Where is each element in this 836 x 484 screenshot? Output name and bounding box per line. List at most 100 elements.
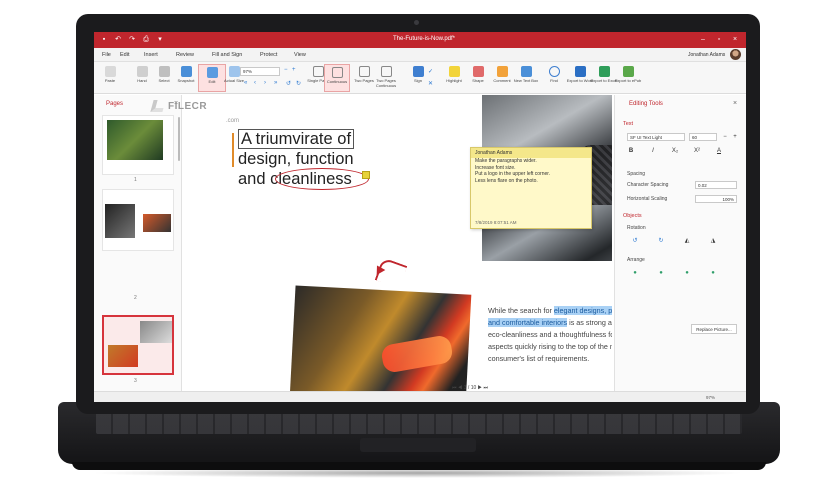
pages-scrollbar[interactable] [178, 117, 180, 161]
next-page-icon[interactable]: › [264, 80, 266, 86]
rotate-right-icon[interactable]: ↻ [296, 80, 301, 87]
headline-line-2: design, function [238, 150, 354, 168]
pages-panel: Pages × 1 2 3 [94, 95, 182, 391]
save-icon[interactable]: ▪ [100, 36, 108, 44]
find-button[interactable]: Find [540, 64, 568, 92]
rotate-right-icon[interactable]: ↻ [657, 237, 665, 245]
pages-panel-title: Pages [106, 101, 124, 107]
superscript-icon[interactable]: X² [693, 147, 701, 155]
comment-popup[interactable]: Jonathan Adams Make the paragraphs wider… [470, 147, 592, 229]
headline-line-1: A triumvirate of [238, 129, 355, 149]
horiz-scaling-label: Horizontal Scaling [627, 196, 668, 202]
close-icon[interactable]: × [730, 35, 740, 45]
font-size-select[interactable]: 60 [689, 133, 717, 141]
actual-size-icon [228, 66, 240, 77]
continuous-button[interactable]: Continuous [324, 64, 350, 92]
avatar[interactable] [730, 49, 741, 60]
menu-file[interactable]: File [102, 52, 111, 58]
user-name: Jonathan Adams [688, 52, 726, 58]
print-icon[interactable]: ⎙ [142, 36, 150, 44]
snapshot-button[interactable]: Snapshot [172, 64, 200, 92]
menu-review[interactable]: Review [176, 52, 194, 58]
horiz-scaling-input[interactable]: 100% [695, 195, 737, 203]
page-thumbnail-1[interactable] [102, 115, 174, 175]
menu-fill-and-sign[interactable]: Fill and Sign [212, 52, 242, 58]
thumbnail-image [143, 214, 171, 232]
maximize-icon[interactable]: ▫ [714, 35, 724, 45]
redo-icon[interactable]: ↷ [128, 36, 136, 44]
document-canvas[interactable]: A triumvirate of design, function and cl… [182, 95, 612, 391]
body-paragraph[interactable]: While the search for elegant designs, po… [488, 305, 612, 365]
paste-icon [104, 66, 116, 77]
comment-date: 7/8/2019 8:07:51 AM [475, 220, 517, 225]
sign-icon [412, 66, 424, 77]
font-color-icon[interactable]: A [715, 147, 723, 155]
objects-section-header[interactable]: Objects [623, 213, 642, 219]
touchpad [360, 438, 476, 452]
close-icon[interactable]: × [733, 100, 737, 107]
zoom-out-icon[interactable]: − [284, 67, 288, 73]
thumbnail-image [108, 345, 138, 367]
two-pages-continuous-button[interactable]: Two Pages Continuous [372, 64, 400, 92]
quick-access-chevron-icon[interactable]: ▾ [156, 36, 164, 44]
app-window: ▪ ↶ ↷ ⎙ ▾ The-Future-is-Now.pdf* – ▫ × F… [94, 32, 746, 402]
page-thumbnail-2[interactable] [102, 189, 174, 251]
ribbon-toolbar: Paste Hand Select Snapshot Edit Actual S… [94, 62, 746, 94]
menu-protect[interactable]: Protect [260, 52, 277, 58]
bring-to-front-icon[interactable]: ● [631, 269, 639, 277]
watermark-text: FILECR [168, 101, 208, 112]
flip-horizontal-icon[interactable]: ◭ [683, 237, 691, 245]
rotate-left-icon[interactable]: ↺ [286, 80, 291, 87]
bring-forward-icon[interactable]: ● [683, 269, 691, 277]
zoom-in-icon[interactable]: + [292, 67, 296, 73]
check-icon[interactable]: ✓ [428, 68, 433, 75]
font-size-decrease-icon[interactable]: − [721, 133, 729, 141]
ink-circle-annotation[interactable] [275, 168, 369, 190]
cross-icon[interactable]: ✕ [428, 80, 433, 87]
laptop-mockup: ▪ ↶ ↷ ⎙ ▾ The-Future-is-Now.pdf* – ▫ × F… [0, 0, 836, 484]
replace-picture-button[interactable]: Replace Picture... [691, 324, 737, 334]
export-epub-button[interactable]: Export to ePub [614, 64, 642, 92]
italic-icon[interactable]: I [649, 147, 657, 155]
char-spacing-label: Character Spacing [627, 182, 669, 188]
new-text-box-button[interactable]: New Text Box [512, 64, 540, 92]
paste-button[interactable]: Paste [96, 64, 124, 92]
selected-text-1[interactable]: elegant designs, powerful [553, 306, 612, 315]
font-select[interactable]: SF UI Text Light [627, 133, 685, 141]
spacing-label: Spacing [627, 171, 646, 177]
prev-page-icon[interactable]: ‹ [254, 80, 256, 86]
editing-tools-panel: Editing Tools × Text SF UI Text Light 60… [614, 95, 746, 391]
edit-icon [206, 67, 218, 78]
char-spacing-input[interactable]: 0.02 [695, 181, 737, 189]
page-thumbnail-3[interactable] [102, 315, 174, 375]
page-number-3: 3 [134, 378, 137, 384]
note-icon[interactable] [362, 171, 370, 179]
undo-icon[interactable]: ↶ [114, 36, 122, 44]
text-section-header[interactable]: Text [623, 121, 633, 127]
shape-icon [472, 66, 484, 77]
menu-view[interactable]: View [294, 52, 306, 58]
body-text-pre: While the search for [488, 306, 554, 315]
menu-insert[interactable]: Insert [144, 52, 158, 58]
font-size-increase-icon[interactable]: + [731, 133, 739, 141]
minimize-icon[interactable]: – [698, 35, 708, 45]
thumbnail-image [140, 321, 172, 343]
two-pages-icon [358, 66, 370, 77]
zoom-select[interactable]: 97% [240, 67, 280, 76]
single-page-icon [312, 66, 324, 77]
last-page-icon[interactable]: » [274, 80, 277, 86]
status-zoom[interactable]: 97% [706, 395, 715, 400]
watermark-sub: .com [226, 118, 240, 124]
continuous-icon [331, 67, 343, 78]
subscript-icon[interactable]: X₂ [671, 147, 679, 155]
rotate-left-icon[interactable]: ↺ [631, 237, 639, 245]
bold-icon[interactable]: B [627, 147, 635, 155]
send-backward-icon[interactable]: ● [709, 269, 717, 277]
menu-edit[interactable]: Edit [120, 52, 129, 58]
arrange-label: Arrange [627, 257, 645, 263]
flip-vertical-icon[interactable]: ◮ [709, 237, 717, 245]
comment-author: Jonathan Adams [471, 148, 591, 158]
first-page-icon[interactable]: « [244, 80, 247, 86]
page-number-2: 2 [134, 295, 137, 301]
send-to-back-icon[interactable]: ● [657, 269, 665, 277]
